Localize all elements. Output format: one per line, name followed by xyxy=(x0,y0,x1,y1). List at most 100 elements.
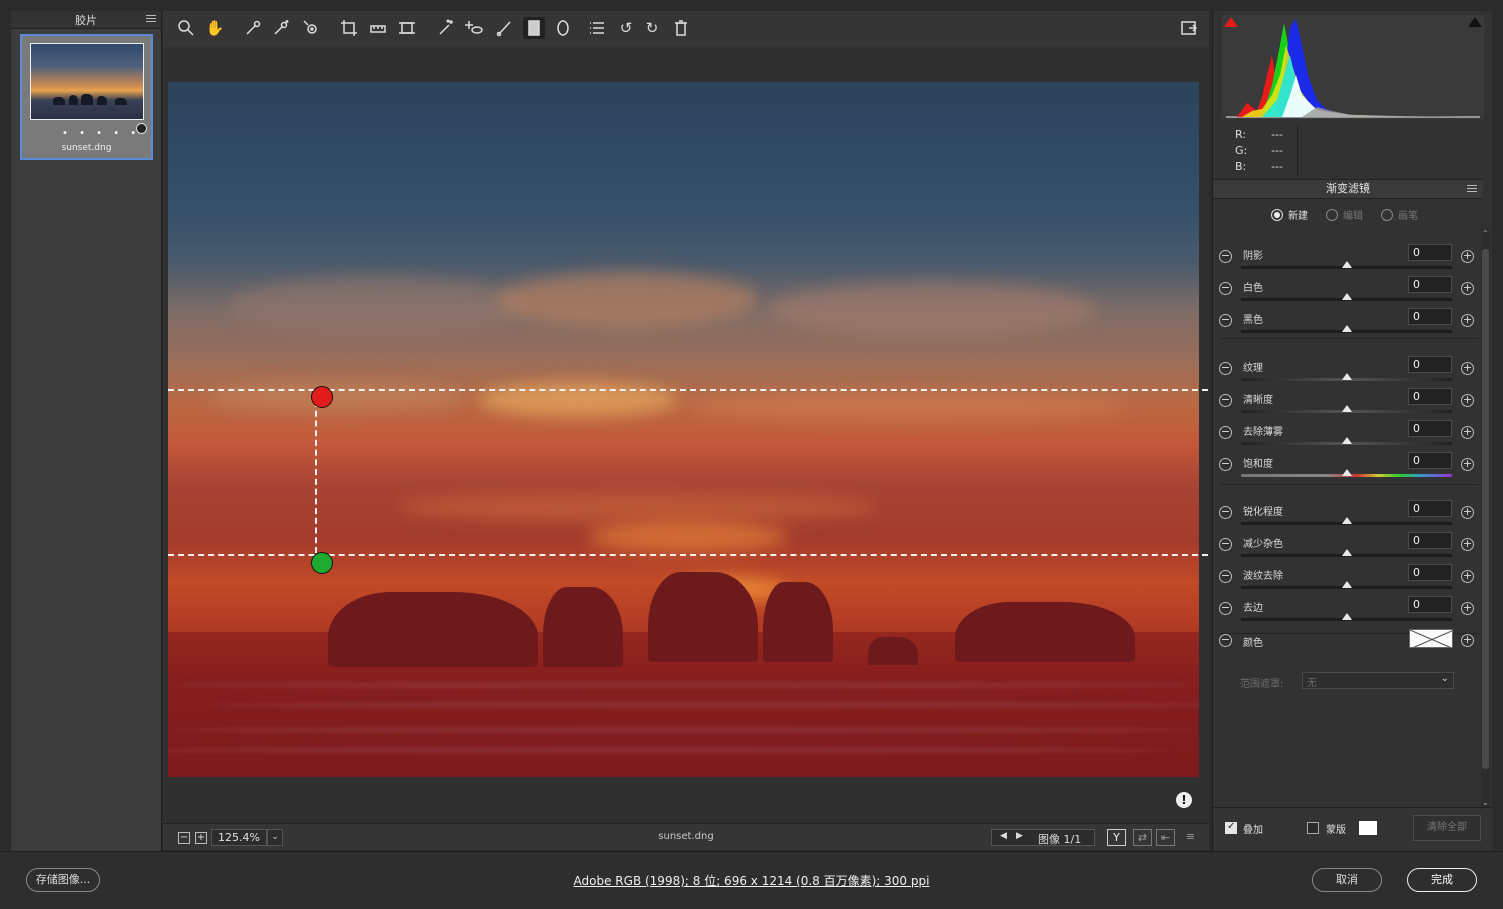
decrease-icon[interactable]: − xyxy=(1219,602,1232,615)
panel-menu-icon[interactable] xyxy=(1467,185,1477,194)
decrease-icon[interactable]: − xyxy=(1219,538,1232,551)
workflow-options-link[interactable]: Adobe RGB (1998); 8 位; 696 x 1214 (0.8 百… xyxy=(0,872,1503,889)
highlight-clipping-warning-icon[interactable] xyxy=(1468,17,1482,27)
decrease-icon[interactable]: − xyxy=(1219,570,1232,583)
overlay-checkbox[interactable] xyxy=(1225,821,1237,834)
fullscreen-toggle-icon[interactable] xyxy=(1178,17,1200,39)
slider-thumb[interactable] xyxy=(1342,549,1352,556)
straighten-tool-icon[interactable] xyxy=(367,17,389,39)
done-button[interactable]: 完成 xyxy=(1407,868,1477,892)
slider-value-field[interactable]: 0 xyxy=(1408,452,1452,469)
slider-value-field[interactable]: 0 xyxy=(1408,564,1452,581)
range-mask-select[interactable]: 无 ⌄ xyxy=(1302,672,1454,689)
mode-edit-radio[interactable]: 编辑 xyxy=(1326,207,1363,222)
increase-icon[interactable]: + xyxy=(1461,538,1474,551)
thumbnail-image xyxy=(30,43,144,120)
filmstrip-panel: 胶片 • • • • • sunset.dng xyxy=(11,11,162,851)
targeted-adjustment-tool-icon[interactable] xyxy=(300,17,322,39)
slider-value-field[interactable]: 0 xyxy=(1408,308,1452,325)
decrease-icon[interactable]: − xyxy=(1219,506,1232,519)
color-minus-icon[interactable]: − xyxy=(1219,634,1232,647)
increase-icon[interactable]: + xyxy=(1461,250,1474,263)
image-counter: 图像 1/1 xyxy=(1038,833,1082,846)
slider-value-field[interactable]: 0 xyxy=(1408,596,1452,613)
slider-value-field[interactable]: 0 xyxy=(1408,388,1452,405)
slider-thumb[interactable] xyxy=(1342,581,1352,588)
filmstrip-thumbnail[interactable]: • • • • • sunset.dng xyxy=(20,34,153,160)
slider-value-field[interactable]: 0 xyxy=(1408,532,1452,549)
slider-thumb[interactable] xyxy=(1342,437,1352,444)
slider-thumb[interactable] xyxy=(1342,517,1352,524)
swap-settings-icon[interactable]: ⇄ xyxy=(1133,829,1152,846)
slider-value-field[interactable]: 0 xyxy=(1408,276,1452,293)
slider-thumb[interactable] xyxy=(1342,293,1352,300)
clear-all-button[interactable]: 清除全部 xyxy=(1413,815,1481,841)
increase-icon[interactable]: + xyxy=(1461,506,1474,519)
slider-value-field[interactable]: 0 xyxy=(1408,500,1452,517)
decrease-icon[interactable]: − xyxy=(1219,282,1232,295)
copy-settings-icon[interactable]: ⇤ xyxy=(1156,829,1175,846)
mask-checkbox[interactable] xyxy=(1307,822,1319,834)
red-eye-tool-icon[interactable] xyxy=(463,17,485,39)
slider-thumb[interactable] xyxy=(1342,325,1352,332)
increase-icon[interactable]: + xyxy=(1461,602,1474,615)
decrease-icon[interactable]: − xyxy=(1219,394,1232,407)
shadow-clipping-warning-icon[interactable] xyxy=(1224,17,1238,27)
slider-thumb[interactable] xyxy=(1342,613,1352,620)
mode-new-radio[interactable]: 新建 xyxy=(1271,207,1308,222)
mask-color-swatch[interactable] xyxy=(1359,821,1377,835)
decrease-icon[interactable]: − xyxy=(1219,426,1232,439)
color-swatch[interactable] xyxy=(1409,629,1453,648)
hand-tool-icon[interactable]: ✋ xyxy=(204,17,226,39)
transform-tool-icon[interactable] xyxy=(396,17,418,39)
graduated-filter-tool-icon[interactable] xyxy=(523,17,545,39)
zoom-tool-icon[interactable] xyxy=(175,17,197,39)
mode-brush-radio[interactable]: 画笔 xyxy=(1381,207,1418,222)
before-after-toggle-button[interactable]: Y xyxy=(1107,829,1126,846)
gradient-end-pin[interactable] xyxy=(311,552,333,574)
gradient-start-pin[interactable] xyxy=(311,386,333,408)
increase-icon[interactable]: + xyxy=(1461,314,1474,327)
slider-thumb[interactable] xyxy=(1342,261,1352,268)
thumbnail-rating[interactable]: • • • • • xyxy=(62,128,140,139)
slider-thumb[interactable] xyxy=(1342,405,1352,412)
spot-removal-tool-icon[interactable] xyxy=(435,17,457,39)
panel-scrollbar[interactable]: ⌃ ⌄ xyxy=(1481,229,1490,807)
crop-tool-icon[interactable] xyxy=(338,17,360,39)
radial-filter-tool-icon[interactable] xyxy=(552,17,574,39)
scrollbar-thumb[interactable] xyxy=(1482,249,1489,769)
decrease-icon[interactable]: − xyxy=(1219,314,1232,327)
preferences-list-icon[interactable] xyxy=(586,17,608,39)
scroll-down-icon[interactable]: ⌄ xyxy=(1481,798,1490,807)
slider-thumb[interactable] xyxy=(1342,469,1352,476)
increase-icon[interactable]: + xyxy=(1461,394,1474,407)
color-sampler-tool-icon[interactable] xyxy=(270,17,292,39)
warning-icon[interactable]: ! xyxy=(1176,792,1192,808)
slider-value-field[interactable]: 0 xyxy=(1408,420,1452,437)
decrease-icon[interactable]: − xyxy=(1219,250,1232,263)
trash-icon[interactable] xyxy=(670,17,692,39)
increase-icon[interactable]: + xyxy=(1461,362,1474,375)
increase-icon[interactable]: + xyxy=(1461,570,1474,583)
rotate-left-icon[interactable]: ↺ xyxy=(615,17,637,39)
slider-value-field[interactable]: 0 xyxy=(1408,244,1452,261)
white-balance-tool-icon[interactable] xyxy=(242,17,264,39)
image-canvas[interactable]: ! xyxy=(163,47,1209,823)
photo-preview[interactable] xyxy=(168,82,1199,777)
next-image-icon[interactable]: ▶ xyxy=(1016,831,1023,841)
adjustment-brush-tool-icon[interactable] xyxy=(493,17,515,39)
increase-icon[interactable]: + xyxy=(1461,458,1474,471)
filmstrip-menu-icon[interactable] xyxy=(146,15,156,24)
increase-icon[interactable]: + xyxy=(1461,282,1474,295)
toggle-settings-icon[interactable]: ≡ xyxy=(1181,829,1200,846)
cancel-button[interactable]: 取消 xyxy=(1312,868,1382,892)
decrease-icon[interactable]: − xyxy=(1219,362,1232,375)
previous-image-icon[interactable]: ◀ xyxy=(1000,831,1007,841)
scroll-up-icon[interactable]: ⌃ xyxy=(1481,229,1490,238)
decrease-icon[interactable]: − xyxy=(1219,458,1232,471)
slider-value-field[interactable]: 0 xyxy=(1408,356,1452,373)
slider-thumb[interactable] xyxy=(1342,373,1352,380)
increase-icon[interactable]: + xyxy=(1461,426,1474,439)
color-plus-icon[interactable]: + xyxy=(1461,634,1474,647)
rotate-right-icon[interactable]: ↻ xyxy=(641,17,663,39)
